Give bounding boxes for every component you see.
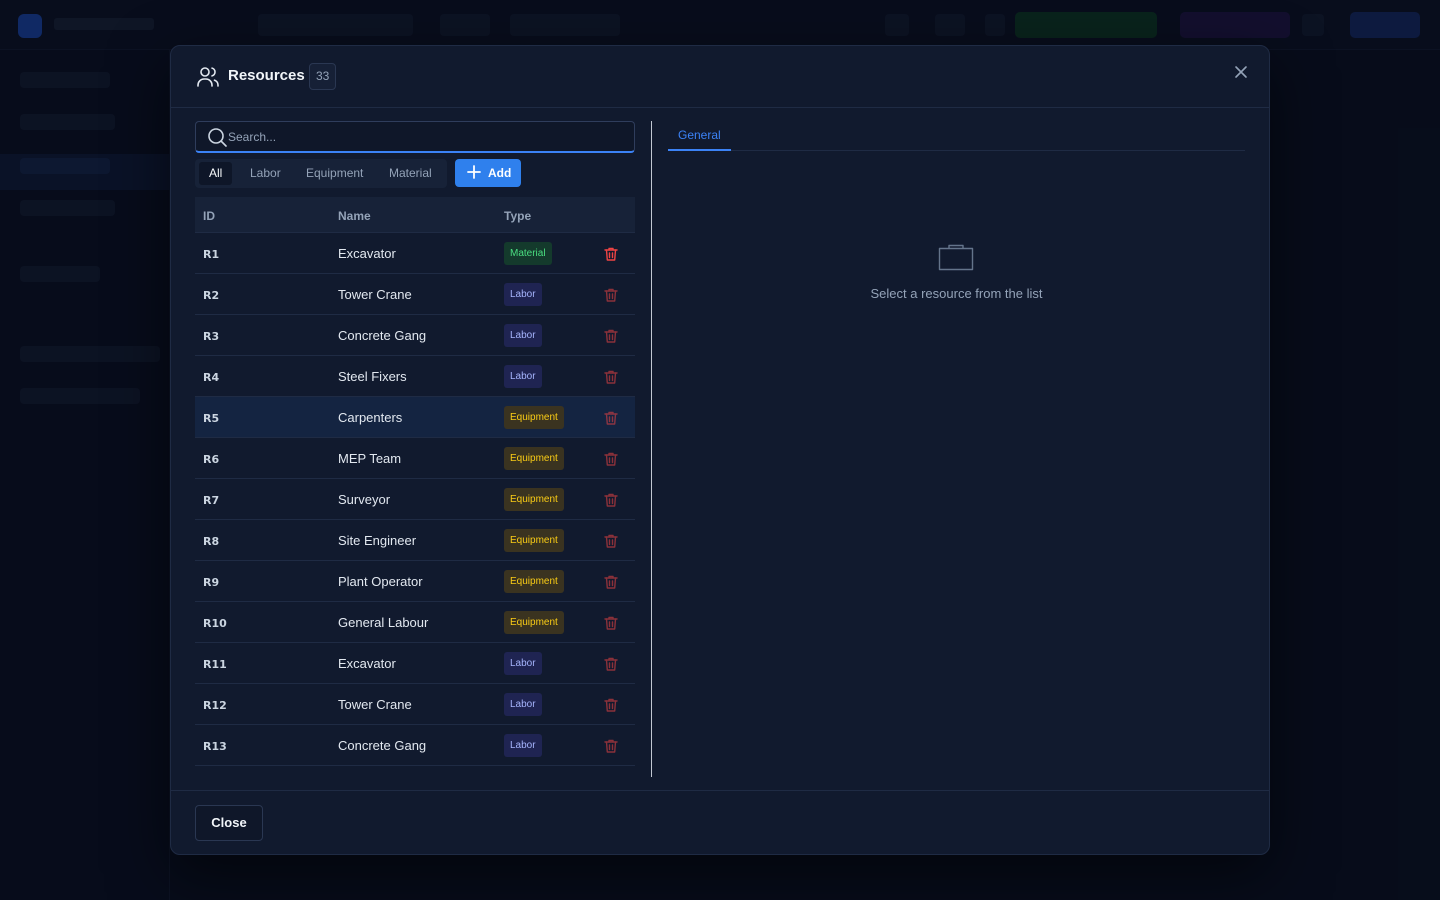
search-icon xyxy=(208,128,227,147)
resource-id: R1 xyxy=(203,248,220,261)
pane-divider[interactable] xyxy=(651,121,652,777)
resource-id: R8 xyxy=(203,535,220,548)
resource-id: R6 xyxy=(203,453,220,466)
filter-tab-all[interactable]: All xyxy=(199,162,233,185)
table-row[interactable]: R10 General Labour Equipment xyxy=(195,602,635,643)
resource-type-badge: Equipment xyxy=(504,406,564,429)
empty-state-message: Select a resource from the list xyxy=(870,286,1043,301)
table-row[interactable]: R4 Steel Fixers Labor xyxy=(195,356,635,397)
resource-type-badge: Labor xyxy=(504,693,542,716)
trash-icon[interactable] xyxy=(603,287,619,303)
resource-name: MEP Team xyxy=(338,451,402,466)
resource-name: Plant Operator xyxy=(338,574,423,589)
search-input[interactable] xyxy=(228,126,618,148)
plus-icon xyxy=(467,165,481,179)
resource-name: Excavator xyxy=(338,246,396,261)
table-row[interactable]: R11 Excavator Labor xyxy=(195,643,635,684)
column-header-name[interactable]: Name xyxy=(338,209,371,223)
resource-type-badge: Material xyxy=(504,242,552,265)
filter-tab-material[interactable]: Material xyxy=(379,162,442,185)
table-header: ID Name Type xyxy=(195,197,635,233)
resource-type-badge: Equipment xyxy=(504,529,564,552)
resource-name: Excavator xyxy=(338,656,396,671)
trash-icon[interactable] xyxy=(603,492,619,508)
folder-icon xyxy=(938,244,974,271)
resource-id: R10 xyxy=(203,617,227,630)
column-header-type[interactable]: Type xyxy=(504,209,531,223)
type-filter-tabs: All Labor Equipment Material xyxy=(195,159,447,188)
trash-icon[interactable] xyxy=(603,410,619,426)
resource-type-badge: Equipment xyxy=(504,488,564,511)
resource-name: Concrete Gang xyxy=(338,328,427,343)
resource-name: Tower Crane xyxy=(338,697,412,712)
filter-tab-labor[interactable]: Labor xyxy=(240,162,291,185)
table-row[interactable]: R6 MEP Team Equipment xyxy=(195,438,635,479)
trash-icon[interactable] xyxy=(603,328,619,344)
resource-id: R4 xyxy=(203,371,220,384)
users-icon xyxy=(197,67,219,87)
resource-name: Surveyor xyxy=(338,492,391,507)
trash-icon[interactable] xyxy=(603,697,619,713)
modal-title: Resources xyxy=(228,67,305,84)
tab-general[interactable]: General xyxy=(668,121,731,151)
modal-footer: Close xyxy=(171,790,1269,854)
column-header-id[interactable]: ID xyxy=(203,209,215,223)
resource-type-badge: Labor xyxy=(504,734,542,757)
trash-icon[interactable] xyxy=(603,451,619,467)
trash-icon[interactable] xyxy=(603,738,619,754)
trash-icon[interactable] xyxy=(603,615,619,631)
resource-type-badge: Labor xyxy=(504,365,542,388)
modal-header: Resources 33 xyxy=(171,46,1269,108)
trash-icon[interactable] xyxy=(603,369,619,385)
resource-type-badge: Equipment xyxy=(504,447,564,470)
resource-list-pane: All Labor Equipment Material Add ID Name… xyxy=(195,121,635,777)
resource-type-badge: Equipment xyxy=(504,570,564,593)
table-row[interactable]: R2 Tower Crane Labor xyxy=(195,274,635,315)
resources-modal: Resources 33 All Labor Equipment Materia… xyxy=(170,45,1270,855)
resource-name: Tower Crane xyxy=(338,287,412,302)
resource-name: Site Engineer xyxy=(338,533,417,548)
table-row[interactable]: R12 Tower Crane Labor xyxy=(195,684,635,725)
table-row[interactable]: R3 Concrete Gang Labor xyxy=(195,315,635,356)
filter-tab-equipment[interactable]: Equipment xyxy=(296,162,373,185)
table-row[interactable]: R7 Surveyor Equipment xyxy=(195,479,635,520)
resource-type-badge: Labor xyxy=(504,283,542,306)
table-row[interactable]: R13 Concrete Gang Labor xyxy=(195,725,635,766)
close-icon[interactable] xyxy=(1233,64,1249,80)
close-button[interactable]: Close xyxy=(195,805,263,841)
resource-type-badge: Labor xyxy=(504,324,542,347)
detail-tabs: General xyxy=(668,121,1245,151)
resource-id: R7 xyxy=(203,494,220,507)
table-row[interactable]: R1 Excavator Material xyxy=(195,233,635,274)
resource-name: Steel Fixers xyxy=(338,369,407,384)
table-row[interactable]: R9 Plant Operator Equipment xyxy=(195,561,635,602)
resource-id: R12 xyxy=(203,699,227,712)
resource-count-badge: 33 xyxy=(309,63,337,90)
resource-name: Carpenters xyxy=(338,410,403,425)
resource-id: R11 xyxy=(203,658,227,671)
trash-icon[interactable] xyxy=(603,246,619,262)
resource-name: Concrete Gang xyxy=(338,738,427,753)
resource-id: R5 xyxy=(203,412,220,425)
resource-type-badge: Equipment xyxy=(504,611,564,634)
resource-name: General Labour xyxy=(338,615,429,630)
trash-icon[interactable] xyxy=(603,533,619,549)
add-button-label: Add xyxy=(488,166,512,180)
table-body: R1 Excavator Material R2 Tower Crane Labor R3 C… xyxy=(195,233,635,766)
resources-table: ID Name Type R1 Excavator Material R2 Tower … xyxy=(195,197,635,777)
resource-id: R9 xyxy=(203,576,220,589)
search-box[interactable] xyxy=(195,121,635,153)
resource-type-badge: Labor xyxy=(504,652,542,675)
resource-detail-pane: General Select a resource from the list xyxy=(668,121,1245,777)
trash-icon[interactable] xyxy=(603,574,619,590)
add-resource-button[interactable]: Add xyxy=(455,159,521,187)
resource-id: R2 xyxy=(203,289,220,302)
resource-id: R3 xyxy=(203,330,220,343)
table-row[interactable]: R5 Carpenters Equipment xyxy=(195,397,635,438)
resource-id: R13 xyxy=(203,740,227,753)
table-row[interactable]: R8 Site Engineer Equipment xyxy=(195,520,635,561)
trash-icon[interactable] xyxy=(603,656,619,672)
